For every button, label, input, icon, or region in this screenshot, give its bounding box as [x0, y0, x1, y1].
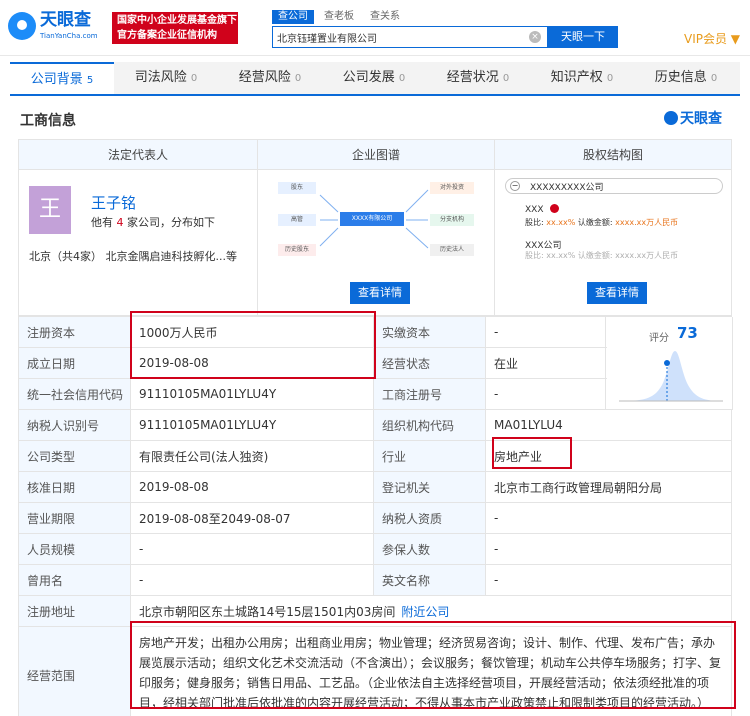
- address-cell: 北京市朝阳区东土城路14号15层1501内03房间 附近公司: [131, 596, 732, 626]
- business-info-table: 注册资本 1000万人民币 实缴资本 - 成立日期 2019-08-08 经营状…: [18, 316, 733, 716]
- business-scope: 房地产开发；出租办公用房；出租商业用房；物业管理；经济贸易咨询；设计、制作、代理…: [131, 627, 732, 716]
- legal-rep-summary: 他有 4 家公司，分布如下: [91, 216, 215, 229]
- legal-rep-name[interactable]: 王子铭: [91, 192, 136, 213]
- tab-operation-risk[interactable]: 经营风险 0: [218, 62, 322, 94]
- table-row: 经营范围 房地产开发；出租办公用房；出租商业用房；物业管理；经济贸易咨询；设计、…: [19, 627, 732, 716]
- panel-header: 法定代表人: [19, 140, 257, 170]
- top-header: 天眼查 TianYanCha.com 国家中小企业发展基金旗下 官方备案企业征信…: [0, 0, 750, 56]
- graph-detail-button[interactable]: 查看详情: [350, 282, 410, 304]
- search-type-tabs: 查公司 查老板 查关系: [272, 10, 406, 24]
- search-button[interactable]: 天眼一下: [548, 26, 618, 48]
- avatar[interactable]: 王: [29, 186, 71, 234]
- collapse-icon[interactable]: −: [510, 181, 520, 191]
- table-row: 营业期限 2019-08-08至2049-08-07 纳税人资质 -: [19, 503, 732, 534]
- tab-search-boss[interactable]: 查老板: [318, 10, 360, 24]
- table-row: 纳税人识别号 91110105MA01LYLU4Y 组织机构代码 MA01LYL…: [19, 410, 732, 441]
- graph-arrows: [319, 189, 429, 249]
- enterprise-graph-panel: 企业图谱 股东 对外投资 高管 XXXX有限公司 分支机构 历史股东 历史法人 …: [257, 139, 495, 316]
- table-row: 曾用名 - 英文名称 -: [19, 565, 732, 596]
- equity-detail-button[interactable]: 查看详情: [587, 282, 647, 304]
- tab-company-development[interactable]: 公司发展 0: [322, 62, 426, 94]
- section-title: 工商信息: [20, 113, 76, 129]
- tianyancha-logo[interactable]: 天眼查 TianYanCha.com: [8, 10, 108, 46]
- tab-business-status[interactable]: 经营状况 0: [426, 62, 530, 94]
- equity-structure-panel: 股权结构图 − XXXXXXXXX公司 XXX 股比: xx.xx% 认缴金额:…: [494, 139, 732, 316]
- equity-holder: XXX: [525, 204, 560, 215]
- eye-logo-icon: [8, 12, 36, 40]
- panel-header: 股权结构图: [495, 140, 731, 170]
- equity-holder-share: 股比: xx.xx% 认缴金额: xxxx.xx万人民币: [525, 218, 679, 227]
- table-row: 核准日期 2019-08-08 登记机关 北京市工商行政管理局朝阳分局: [19, 472, 732, 503]
- tab-history-info[interactable]: 历史信息 0: [634, 62, 738, 94]
- table-row: 注册地址 北京市朝阳区东土城路14号15层1501内03房间 附近公司: [19, 596, 732, 627]
- credit-score[interactable]: 评分 73: [607, 317, 733, 410]
- vip-member-menu[interactable]: VIP会员 ▼: [684, 30, 740, 47]
- tab-search-relation[interactable]: 查关系: [364, 10, 406, 24]
- legal-rep-distribution[interactable]: 北京（共4家） 北京金隅启迪科技孵化...等: [29, 248, 237, 264]
- clear-icon[interactable]: ×: [529, 31, 541, 43]
- tab-search-company[interactable]: 查公司: [272, 10, 314, 24]
- eye-logo-icon: [664, 111, 678, 125]
- nearby-companies-link[interactable]: 附近公司: [401, 603, 449, 620]
- person-icon: [550, 204, 560, 213]
- search-box: ×: [272, 26, 548, 48]
- equity-company2-share: 股比: xx.xx% 认缴金额: xxxx.xx万人民币: [525, 251, 679, 260]
- table-row: 公司类型 有限责任公司(法人独资) 行业 房地产业: [19, 441, 732, 472]
- official-slogan: 国家中小企业发展基金旗下 官方备案企业征信机构: [112, 12, 238, 44]
- tab-legal-risk[interactable]: 司法风险 0: [114, 62, 218, 94]
- tab-intellectual-property[interactable]: 知识产权 0: [530, 62, 634, 94]
- brand-mark: 天眼查: [664, 108, 722, 128]
- company-nav-tabs: 公司背景 5 司法风险 0 经营风险 0 公司发展 0 经营状况 0 知识产权 …: [10, 62, 740, 96]
- table-row: 人员规模 - 参保人数 -: [19, 534, 732, 565]
- search-input[interactable]: [277, 30, 517, 44]
- equity-root-company: − XXXXXXXXX公司: [505, 178, 723, 194]
- tab-company-background[interactable]: 公司背景 5: [10, 62, 114, 94]
- legal-rep-panel: 法定代表人 王 王子铭 他有 4 家公司，分布如下 北京（共4家） 北京金隅启迪…: [18, 139, 258, 316]
- score-distribution-curve: [619, 351, 723, 402]
